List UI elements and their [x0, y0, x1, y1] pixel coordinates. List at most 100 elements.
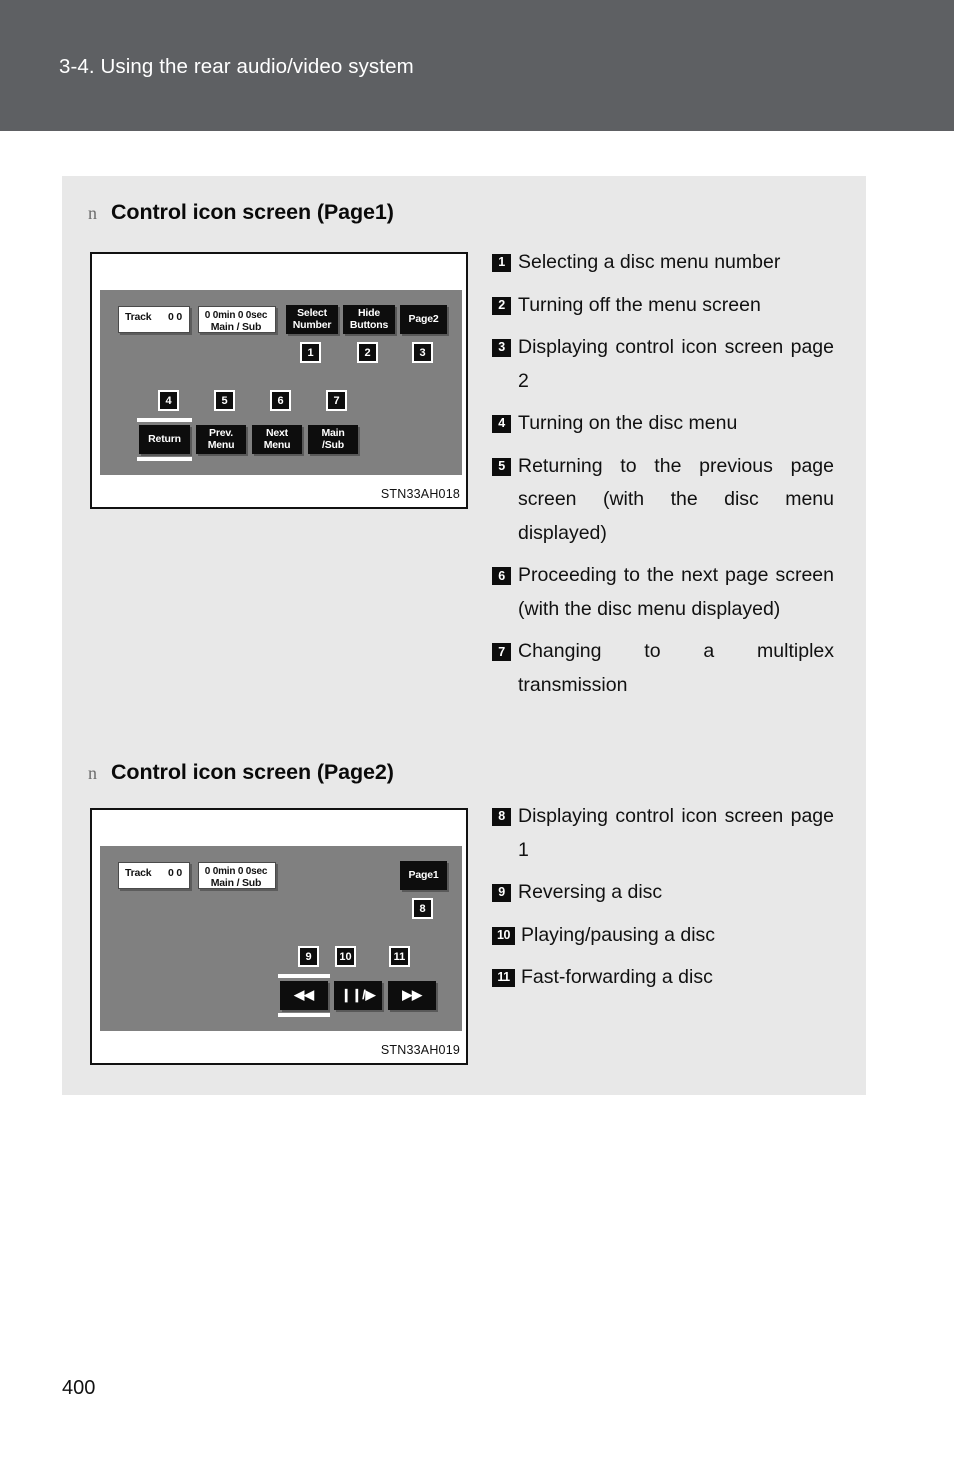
callout-5: 5: [214, 390, 235, 411]
callout-4: 4: [158, 390, 179, 411]
track-display-box: Track 0 0: [118, 306, 190, 333]
page2-button[interactable]: Page2: [400, 305, 447, 334]
callout-10: 10: [335, 946, 356, 967]
legend-text: Playing/pausing a disc: [521, 923, 716, 946]
legend-badge: 1: [492, 254, 511, 272]
section-heading-page2: n Control icon screen (Page2): [88, 760, 394, 785]
section-heading-label: Control icon screen (Page1): [111, 200, 394, 224]
hide-buttons-button[interactable]: Hide Buttons: [343, 305, 395, 334]
page1-button[interactable]: Page1: [400, 861, 447, 890]
legend-text: Displaying control icon screen page 2: [518, 336, 834, 392]
callout-7: 7: [326, 390, 347, 411]
prev-menu-line2: Menu: [207, 438, 235, 451]
rewind-icon: ◀◀: [294, 987, 314, 1003]
next-menu-line2: Menu: [263, 438, 291, 451]
track-display-box: Track 0 0: [118, 862, 190, 889]
section-heading-label: Control icon screen (Page2): [111, 760, 394, 784]
legend-text: Reversing a disc: [518, 881, 663, 904]
select-number-button[interactable]: Select Number: [286, 305, 338, 334]
legend-list-page2: 8 Displaying control icon screen page 1 …: [492, 800, 834, 995]
legend-list-page1: 1 Selecting a disc menu number 2 Turning…: [492, 246, 834, 702]
page1-label: Page1: [408, 868, 439, 881]
audio-mode-value: Main / Sub: [210, 321, 262, 333]
play-pause-button[interactable]: ❙❙/▶: [334, 981, 382, 1010]
callout-9: 9: [298, 946, 319, 967]
legend-item: 10 Playing/pausing a disc: [492, 919, 834, 953]
next-menu-line1: Next: [266, 427, 288, 440]
legend-item: 5 Returning to the previous page screen …: [492, 450, 834, 551]
square-bullet-icon: n: [88, 763, 97, 783]
return-button[interactable]: Return: [137, 418, 192, 461]
legend-text: Displaying control icon screen page 1: [518, 805, 834, 861]
main-sub-line1: Main: [321, 427, 345, 440]
hide-buttons-line2: Buttons: [349, 318, 389, 331]
prev-menu-button[interactable]: Prev. Menu: [196, 425, 246, 454]
play-pause-icon: ❙❙/▶: [340, 987, 376, 1003]
next-menu-button[interactable]: Next Menu: [252, 425, 302, 454]
square-bullet-icon: n: [88, 203, 97, 223]
legend-text: Fast-forwarding a disc: [521, 966, 713, 989]
figure-control-icon-screen-page2: Track 0 0 0 0min 0 0sec Main / Sub Page1…: [90, 808, 468, 1065]
track-value: 0 0: [168, 867, 182, 879]
callout-2: 2: [357, 342, 378, 363]
fast-forward-button[interactable]: ▶▶: [388, 981, 436, 1010]
legend-item: 2 Turning off the menu screen: [492, 289, 834, 323]
callout-11: 11: [389, 946, 410, 967]
av-screen-page2: Track 0 0 0 0min 0 0sec Main / Sub Page1…: [100, 846, 462, 1031]
audio-mode-value: Main / Sub: [210, 877, 262, 889]
legend-text: Proceeding to the next page screen (with…: [518, 564, 834, 620]
legend-badge: 10: [492, 926, 515, 945]
time-display-box: 0 0min 0 0sec Main / Sub: [198, 306, 276, 333]
legend-badge: 5: [492, 457, 511, 476]
legend-badge: 8: [492, 808, 511, 826]
legend-badge: 11: [492, 969, 515, 988]
legend-badge: 9: [492, 884, 511, 903]
callout-1: 1: [300, 342, 321, 363]
fast-forward-icon: ▶▶: [402, 987, 422, 1003]
figure-caption: STN33AH018: [380, 487, 460, 501]
legend-badge: 2: [492, 296, 511, 315]
section-heading-page1: n Control icon screen (Page1): [88, 200, 394, 225]
main-sub-button[interactable]: Main /Sub: [308, 425, 358, 454]
legend-text: Selecting a disc menu number: [518, 251, 781, 273]
callout-3: 3: [412, 342, 433, 363]
elapsed-time-value: 0 0min 0 0sec: [204, 866, 268, 877]
page-header-title: 3-4. Using the rear audio/video system: [59, 55, 414, 78]
legend-item: 3 Displaying control icon screen page 2: [492, 331, 834, 398]
legend-item: 1 Selecting a disc menu number: [492, 246, 834, 280]
figure-control-icon-screen-page1: Track 0 0 0 0min 0 0sec Main / Sub Selec…: [90, 252, 468, 509]
legend-badge: 7: [492, 643, 511, 662]
legend-item: 4 Turning on the disc menu: [492, 407, 834, 441]
select-number-line2: Number: [292, 318, 332, 331]
legend-text: Returning to the previous page screen (w…: [518, 454, 834, 544]
callout-8: 8: [412, 898, 433, 919]
track-label: Track: [125, 867, 152, 879]
time-display-box: 0 0min 0 0sec Main / Sub: [198, 862, 276, 889]
prev-menu-line1: Prev.: [209, 427, 233, 440]
hide-buttons-line1: Hide: [358, 307, 380, 320]
av-screen-page1: Track 0 0 0 0min 0 0sec Main / Sub Selec…: [100, 290, 462, 475]
legend-item: 8 Displaying control icon screen page 1: [492, 800, 834, 867]
track-value: 0 0: [168, 311, 182, 323]
legend-text: Turning off the menu screen: [518, 293, 761, 316]
legend-item: 6 Proceeding to the next page screen (wi…: [492, 559, 834, 626]
legend-text: Turning on the disc menu: [518, 412, 738, 435]
track-label: Track: [125, 311, 152, 323]
legend-badge: 4: [492, 415, 511, 434]
legend-item: 7 Changing to a multiplex transmission: [492, 635, 834, 702]
figure-caption: STN33AH019: [380, 1043, 460, 1057]
select-number-line1: Select: [297, 307, 327, 320]
legend-item: 9 Reversing a disc: [492, 876, 834, 910]
rewind-button[interactable]: ◀◀: [278, 974, 330, 1017]
elapsed-time-value: 0 0min 0 0sec: [204, 310, 268, 321]
return-label: Return: [148, 432, 181, 445]
page-header-band: 3-4. Using the rear audio/video system: [0, 0, 954, 131]
legend-item: 11 Fast-forwarding a disc: [492, 961, 834, 995]
page2-label: Page2: [408, 312, 439, 325]
main-sub-line2: /Sub: [322, 438, 344, 451]
legend-badge: 3: [492, 339, 511, 358]
legend-text: Changing to a multiplex transmission: [518, 640, 834, 696]
legend-badge: 6: [492, 567, 511, 586]
callout-6: 6: [270, 390, 291, 411]
page-number: 400: [62, 1377, 96, 1399]
